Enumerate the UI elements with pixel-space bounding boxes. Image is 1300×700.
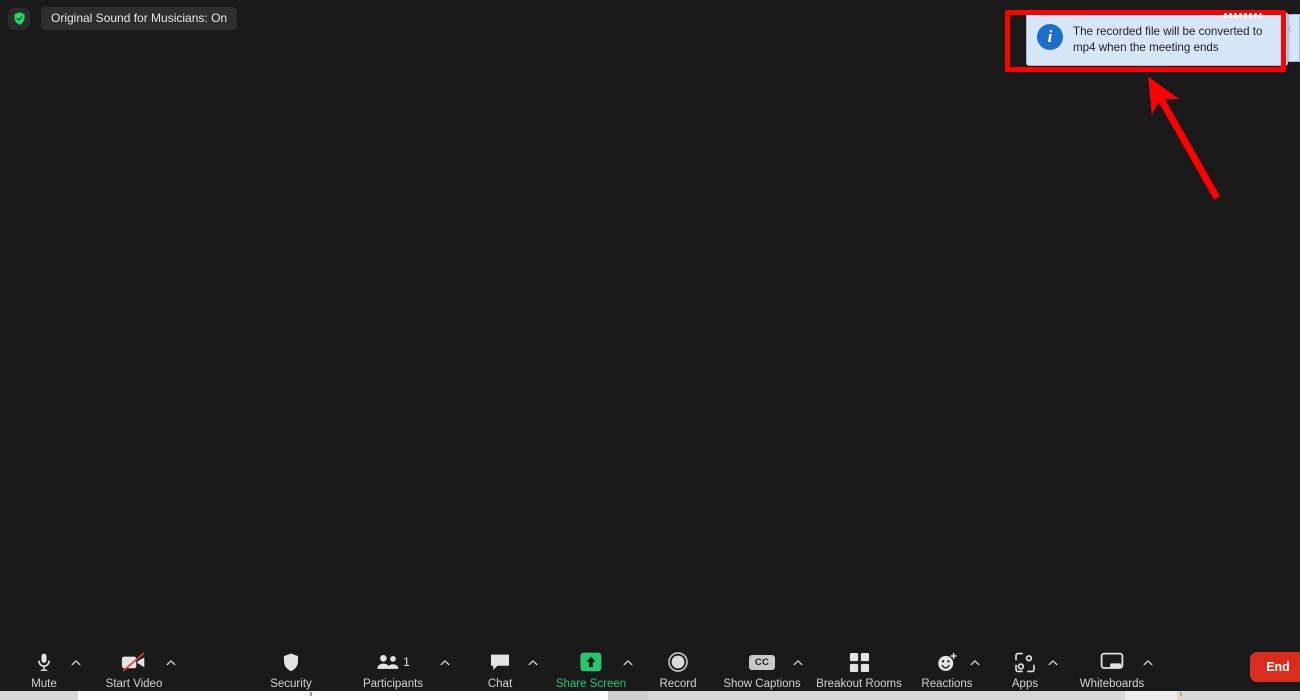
toolbar-button-security[interactable]: Security: [243, 650, 339, 691]
toolbar-label-mute: Mute: [31, 678, 57, 690]
toolbar-label-security: Security: [270, 678, 312, 690]
toolbar-button-participants[interactable]: 1 Participants: [345, 650, 441, 691]
chevron-up-icon-mute[interactable]: [70, 657, 82, 669]
microphone-icon: [34, 650, 54, 674]
chevron-up-icon-whiteboards[interactable]: [1142, 657, 1154, 669]
taskbar-segment-active-window: [78, 691, 646, 700]
toolbar-label-show-captions: Show Captions: [723, 678, 801, 690]
toolbar-label-record: Record: [659, 678, 697, 690]
toast-message-line2: when the meeting ends: [1098, 40, 1219, 54]
toolbar-label-reactions: Reactions: [921, 678, 973, 690]
whiteboard-icon: [1100, 650, 1124, 674]
os-taskbar-sliver: [0, 691, 1300, 700]
meeting-toolbar: Mute Start Video Security 1 Participants…: [0, 645, 1300, 691]
participants-icon: 1: [376, 650, 410, 674]
end-meeting-button[interactable]: End: [1250, 652, 1300, 682]
chevron-up-icon-participants[interactable]: [439, 657, 451, 669]
recording-notification-toast[interactable]: i The recorded file will be converted to…: [1026, 12, 1288, 66]
toolbar-button-record[interactable]: Record: [630, 650, 726, 691]
apps-icon: [1014, 650, 1036, 674]
toast-message: The recorded file will be converted to m…: [1073, 22, 1279, 55]
chevron-up-icon-apps[interactable]: [1047, 657, 1059, 669]
zoom-meeting-window: Original Sound for Musicians: On × i The…: [0, 0, 1300, 700]
toolbar-label-whiteboards: Whiteboards: [1079, 678, 1145, 690]
reactions-icon: [936, 650, 958, 674]
toolbar-label-breakout-rooms: Breakout Rooms: [816, 678, 902, 690]
chevron-up-icon-video[interactable]: [165, 657, 177, 669]
shield-icon: [281, 650, 301, 674]
taskbar-segment-tray: [1125, 691, 1177, 700]
toast-body: i The recorded file will be converted to…: [1026, 12, 1288, 66]
chat-bubble-icon: [489, 650, 511, 674]
meeting-status-bar: Original Sound for Musicians: On: [8, 7, 238, 30]
breakout-rooms-icon: [849, 650, 870, 674]
shield-check-icon[interactable]: [8, 7, 30, 30]
share-screen-icon: [579, 650, 603, 674]
window-controls[interactable]: [1224, 12, 1270, 18]
taskbar-segment-secondary: [608, 691, 648, 700]
video-off-icon: [121, 650, 148, 674]
chevron-up-icon-chat[interactable]: [527, 657, 539, 669]
toolbar-button-breakout-rooms[interactable]: Breakout Rooms: [811, 650, 907, 691]
toolbar-label-chat: Chat: [487, 678, 513, 690]
info-icon: i: [1037, 24, 1063, 50]
taskbar-tick-a: [310, 692, 312, 696]
toolbar-label-participants: Participants: [362, 678, 424, 690]
taskbar-tick-b: [1180, 692, 1182, 696]
record-icon: [667, 650, 689, 674]
toolbar-label-start-video: Start Video: [105, 678, 163, 690]
toolbar-label-apps: Apps: [1011, 678, 1039, 690]
cc-badge: CC: [748, 654, 776, 670]
original-sound-indicator[interactable]: Original Sound for Musicians: On: [41, 7, 238, 30]
closed-captions-icon: CC: [748, 650, 776, 674]
participant-count-badge: 1: [403, 655, 410, 669]
chevron-up-icon-show-captions[interactable]: [792, 657, 804, 669]
video-stage: [0, 0, 1300, 645]
toolbar-label-share-screen: Share Screen: [555, 678, 627, 690]
